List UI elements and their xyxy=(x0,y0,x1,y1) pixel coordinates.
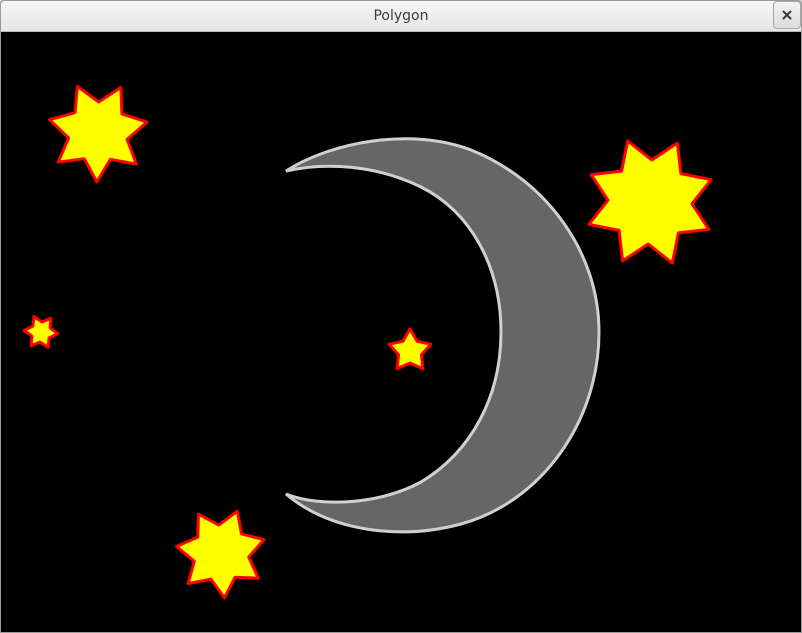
drawing-canvas xyxy=(1,32,801,632)
title-bar[interactable]: Polygon xyxy=(1,1,801,32)
star-bottom xyxy=(175,509,266,600)
app-window: Polygon xyxy=(0,0,802,633)
star-top-left xyxy=(48,84,149,184)
star-center xyxy=(387,327,433,371)
close-button[interactable] xyxy=(773,1,801,29)
crescent-moon xyxy=(285,137,601,534)
close-icon xyxy=(782,10,792,20)
star-top-right xyxy=(587,139,713,265)
window-title: Polygon xyxy=(373,8,429,24)
star-small-left xyxy=(22,315,60,349)
